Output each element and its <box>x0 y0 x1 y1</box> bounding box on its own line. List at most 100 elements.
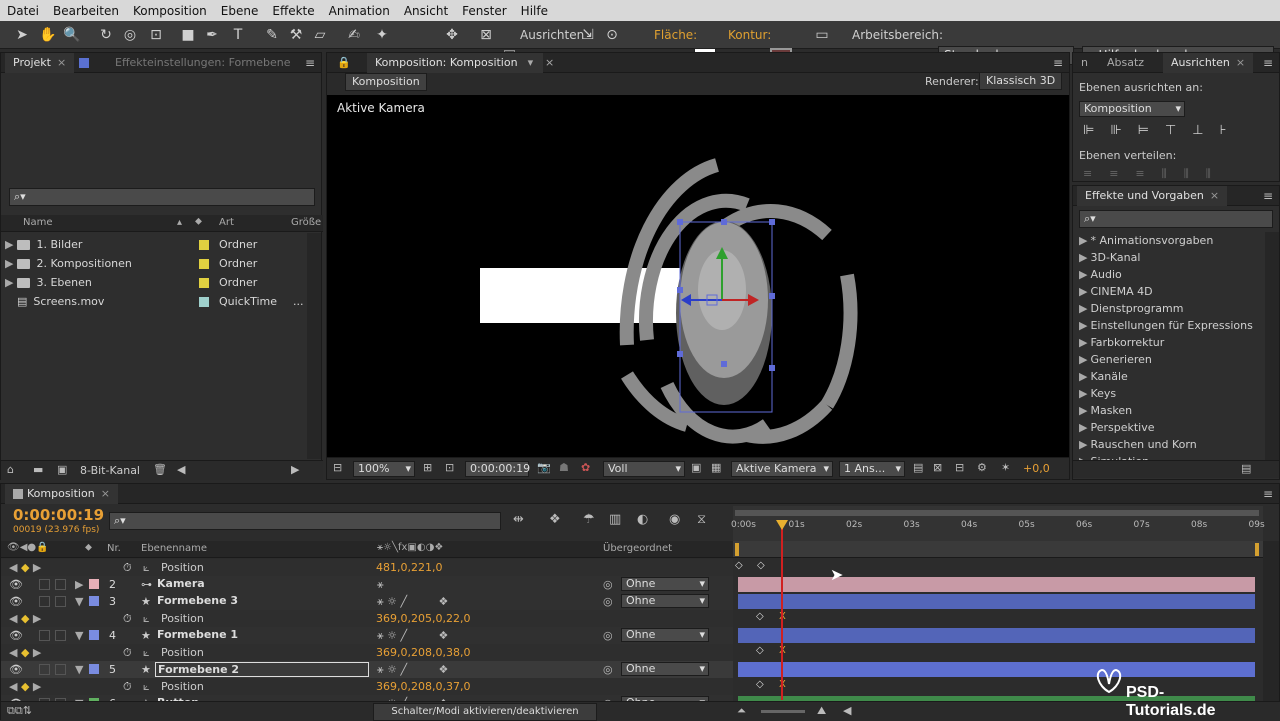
rectangle-tool-icon[interactable]: ■ <box>178 25 198 45</box>
layer-switches[interactable]: ⚹ ☼ ╱ ❖ <box>377 593 448 610</box>
label-color-swatch[interactable] <box>199 259 209 269</box>
new-preset-icon[interactable]: ▤ <box>1241 462 1251 475</box>
layer-duration-bar[interactable] <box>738 628 1255 643</box>
layer-switches[interactable]: ⚹ ☼ ╱ ❖ <box>377 661 448 678</box>
zoom-out-icon[interactable]: ⏶ <box>737 704 746 718</box>
col-layer-name[interactable]: Ebenenname <box>141 543 207 554</box>
layer-name[interactable]: Formebene 2 <box>155 662 369 677</box>
close-icon[interactable]: × <box>1236 56 1245 69</box>
axis-mode-icon[interactable]: ✥ <box>442 25 462 45</box>
project-item[interactable]: ▶ 1. Bilder Ordner <box>5 235 319 254</box>
property-value[interactable]: 369,0,205,0,22,0 <box>376 610 470 627</box>
scroll-left-icon[interactable]: ◀ <box>843 704 851 717</box>
expand-arrow-icon[interactable]: ▶ <box>75 576 83 593</box>
layer-switches[interactable]: ⚹ <box>377 576 384 593</box>
layer-duration-bar[interactable] <box>738 577 1255 592</box>
visibility-eye-icon[interactable]: 👁 <box>9 593 23 610</box>
comp-mini-flowchart-icon[interactable]: ⇹ <box>513 512 524 527</box>
expand-arrow-icon[interactable]: ▼ <box>75 593 83 610</box>
keyframe-nav-icon[interactable]: ◀ ◆ ▶ <box>9 610 41 627</box>
timeline-search-input[interactable]: ⌕▾ <box>109 512 501 530</box>
label-color-swatch[interactable] <box>199 278 209 288</box>
stopwatch-icon[interactable]: ⏱ <box>123 610 132 627</box>
world-axis-icon[interactable]: ⊠ <box>476 25 496 45</box>
motion-blur-icon[interactable]: ◐ <box>637 512 648 527</box>
effects-category[interactable]: ▶ Dienstprogramm <box>1079 300 1183 317</box>
label-color-swatch[interactable] <box>89 664 99 674</box>
property-row[interactable]: ◀ ◆ ▶ ⏱ ⟀ Position 369,0,205,0,22,0 <box>1 610 733 627</box>
expand-arrow-icon[interactable]: ▶ <box>1079 353 1087 366</box>
distribute-buttons[interactable]: ≡≡≡⫼⫼⫼ <box>1083 167 1228 181</box>
clone-stamp-icon[interactable]: ⚒ <box>286 25 306 45</box>
layer-name[interactable]: Kamera <box>155 577 369 592</box>
selection-tool-icon[interactable]: ➤ <box>12 25 32 45</box>
close-icon[interactable]: × <box>1210 189 1219 202</box>
project-item[interactable]: ▤ Screens.mov QuickTime... <box>5 292 319 311</box>
layer-switches[interactable]: ⚹ ☼ ╱ ❖ <box>377 627 448 644</box>
keyframe-nav-icon[interactable]: ◀ ◆ ▶ <box>9 644 41 661</box>
layer-row[interactable]: 👁 ▼ 3 ★ Formebene 3 ⚹ ☼ ╱ ❖ ◎ Ohne ▾ <box>1 593 733 610</box>
resolution-select[interactable]: Voll ▾ <box>603 461 685 477</box>
lock-toggle[interactable] <box>55 579 66 590</box>
expand-arrow-icon[interactable]: ▶ <box>1079 404 1087 417</box>
text-tool-icon[interactable]: T <box>228 25 248 45</box>
interpret-footage-icon[interactable]: ⌂ <box>7 463 14 476</box>
effects-category[interactable]: ▶ 3D-Kanal <box>1079 249 1140 266</box>
stopwatch-icon[interactable]: ⏱ <box>123 678 132 695</box>
work-area-bar[interactable] <box>735 510 1259 516</box>
pickwhip-icon[interactable]: ◎ <box>603 576 613 593</box>
close-icon[interactable]: × <box>101 487 110 500</box>
tab-project[interactable]: Projekt × <box>5 53 75 73</box>
pen-tool-icon[interactable]: ✒ <box>202 25 222 45</box>
new-comp-icon[interactable]: ▣ <box>57 463 67 476</box>
menu-item-1[interactable]: Bearbeiten <box>46 4 126 18</box>
puppet-tool-icon[interactable]: ✦ <box>372 25 392 45</box>
label-color-swatch[interactable] <box>89 630 99 640</box>
brainstorm-icon[interactable]: ◉ <box>669 512 680 527</box>
new-folder-icon[interactable]: ▬ <box>33 463 43 476</box>
keyframe-marker[interactable]: ◇ <box>756 679 764 690</box>
visibility-eye-icon[interactable]: 👁 <box>9 627 23 644</box>
stroke-width-icon[interactable]: ▭ <box>812 25 832 45</box>
parent-select[interactable]: Ohne▾ <box>621 628 709 642</box>
lock-toggle[interactable] <box>55 664 66 675</box>
col-size[interactable]: Größe <box>291 217 321 228</box>
expand-arrow-icon[interactable]: ▶ <box>1079 370 1087 383</box>
camera-select[interactable]: Aktive Kamera ▾ <box>731 461 833 477</box>
property-row[interactable]: ◀ ◆ ▶ ⏱ ⟀ Position 369,0,208,0,38,0 <box>1 644 733 661</box>
menu-item-7[interactable]: Fenster <box>455 4 514 18</box>
expand-arrow-icon[interactable]: ▶ <box>1079 319 1087 332</box>
graph-editor-icon[interactable]: ⧖ <box>697 512 706 527</box>
col-nr[interactable]: Nr. <box>107 543 121 554</box>
project-scrollbar[interactable] <box>307 233 321 459</box>
tab-effect-controls[interactable]: Effekteinstellungen: Formebene 2 <box>107 53 291 73</box>
label-color-swatch[interactable] <box>199 240 209 250</box>
effects-category[interactable]: ▶ Perspektive <box>1079 419 1155 436</box>
hide-shy-icon[interactable]: ☂ <box>583 512 595 527</box>
scroll-right-icon[interactable]: ▶ <box>291 463 299 476</box>
expand-arrow-icon[interactable]: ▶ <box>1079 336 1087 349</box>
brush-tool-icon[interactable]: ✎ <box>262 25 282 45</box>
label-color-swatch[interactable] <box>89 596 99 606</box>
col-name[interactable]: Name <box>23 217 53 228</box>
tab-timeline-composition[interactable]: Komposition × <box>5 484 118 504</box>
tab-align[interactable]: Ausrichten × <box>1163 53 1254 73</box>
project-item[interactable]: ▶ 3. Ebenen Ordner <box>5 273 319 292</box>
bit-depth-label[interactable]: 8-Bit-Kanal <box>80 464 140 477</box>
menu-item-6[interactable]: Ansicht <box>397 4 455 18</box>
color-channel-icon[interactable]: ✿ <box>581 461 590 474</box>
menu-item-4[interactable]: Effekte <box>265 4 321 18</box>
snap-icon[interactable]: ⇲ <box>578 25 598 45</box>
always-preview-icon[interactable]: ⊟ <box>333 461 342 474</box>
comp-breadcrumb-button[interactable]: Komposition <box>345 73 427 91</box>
effects-category[interactable]: ▶ Einstellungen für Expressions <box>1079 317 1253 334</box>
parent-select[interactable]: Ohne▾ <box>621 594 709 608</box>
views-select[interactable]: 1 Ans... ▾ <box>839 461 905 477</box>
timeline-scrollbar[interactable] <box>1263 541 1279 701</box>
layer-row[interactable]: 👁 ▼ 5 ★ Formebene 2 ⚹ ☼ ╱ ❖ ◎ Ohne ▾ <box>1 661 733 678</box>
expand-arrow-icon[interactable]: ▶ <box>1079 302 1087 315</box>
col-type[interactable]: Art <box>219 217 234 228</box>
frame-blending-icon[interactable]: ▥ <box>609 512 621 527</box>
layer-row[interactable]: 👁 ▶ 2 ⊶ Kamera ⚹ ◎ Ohne ▾ <box>1 576 733 593</box>
toggle-pixel-aspect-icon[interactable]: ▤ <box>913 461 923 474</box>
